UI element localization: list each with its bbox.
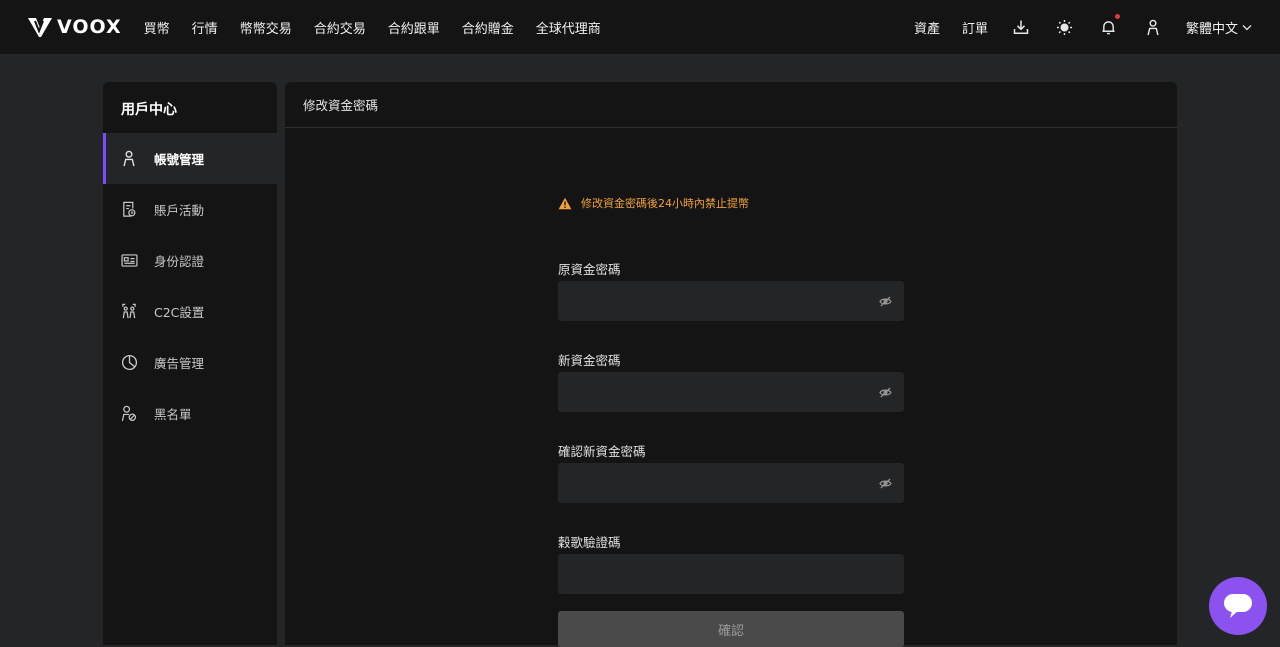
nav-item-spot-trading[interactable]: 幣幣交易: [240, 18, 292, 37]
language-label: 繁體中文: [1185, 21, 1238, 37]
nav-item-markets[interactable]: 行情: [192, 18, 218, 37]
bell-icon[interactable]: [1098, 14, 1120, 38]
main-nav: 買幣 行情 幣幣交易 合約交易 合約跟單 合約贈金 全球代理商: [144, 18, 623, 37]
sidebar-item-account-management[interactable]: 帳號管理: [103, 133, 277, 184]
nav-item-futures-bonus[interactable]: 合約贈金: [462, 18, 514, 37]
original-fund-password-input[interactable]: [558, 281, 904, 321]
sidebar-item-identity-verification[interactable]: 身份認證: [103, 235, 277, 286]
activity-icon: [120, 201, 138, 219]
eye-off-icon[interactable]: [878, 476, 892, 490]
new-fund-password-label: 新資金密碼: [558, 353, 621, 368]
chevron-down-icon: [1242, 24, 1252, 30]
sidebar-title: 用戶中心: [121, 102, 177, 118]
nav-item-futures-trading[interactable]: 合約交易: [314, 18, 366, 37]
sidebar-item-blacklist[interactable]: 黑名單: [103, 388, 277, 439]
warning-notice: 修改資金密碼後24小時內禁止提幣: [558, 195, 749, 211]
nav-item-buy-crypto[interactable]: 買幣: [144, 18, 170, 37]
orders-link[interactable]: 訂單: [962, 18, 988, 37]
download-icon[interactable]: [1010, 16, 1032, 38]
new-fund-password-input[interactable]: [558, 372, 904, 412]
sidebar-item-label: 身份認證: [154, 254, 205, 269]
notification-dot: [1114, 14, 1120, 19]
google-auth-code-label: 穀歌驗證碼: [558, 535, 621, 550]
sidebar-item-label: C2C設置: [154, 305, 205, 320]
sidebar-item-ad-management[interactable]: 廣告管理: [103, 337, 277, 388]
eye-off-icon[interactable]: [878, 294, 892, 308]
sidebar-item-label: 黑名單: [154, 407, 192, 422]
chat-bubble-icon: [1224, 594, 1252, 618]
warning-icon: [558, 197, 572, 209]
google-auth-code-input[interactable]: [558, 554, 904, 594]
brand-logo[interactable]: VOOX: [27, 0, 122, 54]
confirm-new-fund-password-label: 確認新資金密碼: [558, 444, 646, 459]
brand-name: VOOX: [57, 16, 122, 38]
original-fund-password-label: 原資金密碼: [558, 262, 621, 277]
confirm-new-fund-password-input[interactable]: [558, 463, 904, 503]
id-card-icon: [120, 252, 138, 270]
user-icon[interactable]: [1142, 16, 1164, 38]
sidebar-item-label: 廣告管理: [154, 356, 205, 371]
sidebar-item-c2c-settings[interactable]: C2C設置: [103, 286, 277, 337]
assets-link[interactable]: 資產: [914, 18, 940, 37]
top-navigation-bar: VOOX 買幣 行情 幣幣交易 合約交易 合約跟單 合約贈金 全球代理商 資產 …: [0, 0, 1280, 54]
page-title: 修改資金密碼: [303, 98, 379, 113]
voox-logo-icon: [28, 18, 52, 37]
confirm-button[interactable]: 確認: [558, 611, 904, 647]
chat-support-button[interactable]: [1209, 577, 1267, 635]
change-fund-password-panel: 修改資金密碼 修改資金密碼後24小時內禁止提幣 原資金密碼 新資金密碼 確認新資…: [285, 82, 1177, 647]
sidebar-item-label: 帳號管理: [154, 152, 205, 167]
nav-item-copy-trading[interactable]: 合約跟單: [388, 18, 440, 37]
user-icon: [120, 150, 138, 168]
language-selector[interactable]: 繁體中文: [1186, 18, 1252, 37]
user-center-sidebar: 用戶中心 帳號管理 賬戶活動 身份認證 C2C設置 廣告管理 黑名單: [103, 82, 277, 645]
panel-header: 修改資金密碼: [285, 82, 1177, 128]
sidebar-item-label: 賬戶活動: [154, 203, 205, 218]
blacklist-icon: [120, 405, 138, 423]
c2c-icon: [120, 303, 138, 321]
warning-text: 修改資金密碼後24小時內禁止提幣: [581, 197, 749, 210]
header-right: 資產 訂單 繁體中文: [892, 0, 1252, 54]
pie-chart-icon: [120, 354, 138, 372]
eye-off-icon[interactable]: [878, 385, 892, 399]
sidebar-item-account-activity[interactable]: 賬戶活動: [103, 184, 277, 235]
nav-item-global-agents[interactable]: 全球代理商: [536, 18, 601, 37]
theme-sun-icon[interactable]: [1054, 16, 1076, 38]
